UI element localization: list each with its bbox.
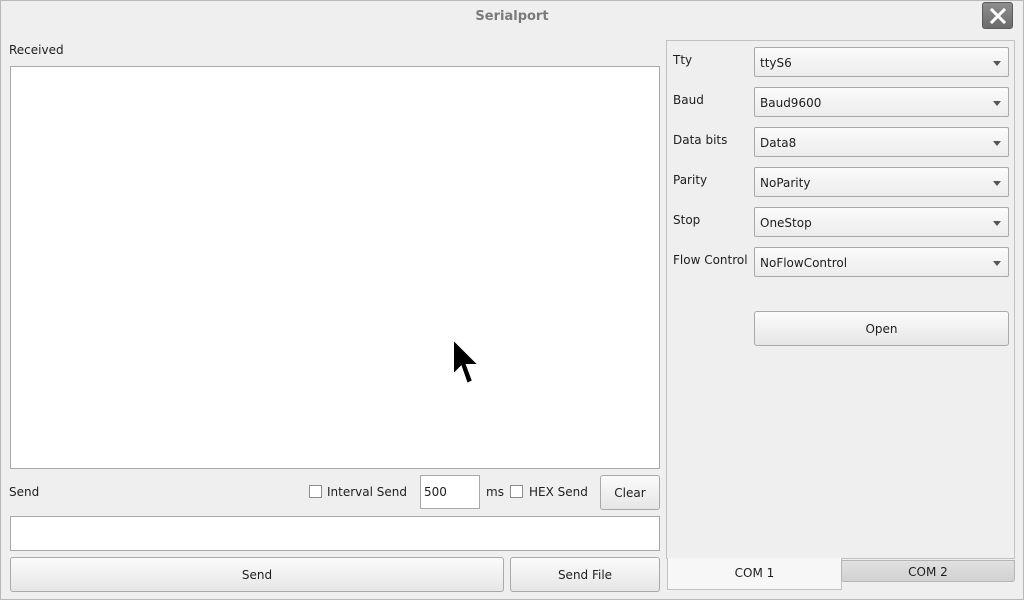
- mouse-pointer-icon: [452, 338, 482, 386]
- send-button[interactable]: Send: [10, 557, 504, 592]
- tty-label: Tty: [673, 53, 693, 67]
- open-button-label: Open: [865, 321, 898, 336]
- received-text-area[interactable]: [10, 66, 660, 469]
- send-label: Send: [9, 485, 40, 499]
- title-bar: Serialport: [1, 1, 1023, 33]
- stop-select[interactable]: OneStop: [754, 207, 1009, 237]
- chevron-down-icon: [993, 221, 1001, 226]
- baud-value: Baud9600: [760, 96, 822, 110]
- close-icon: [990, 8, 1006, 24]
- settings-panel: [666, 40, 1015, 559]
- chevron-down-icon: [993, 261, 1001, 266]
- tab-com-2[interactable]: COM 2: [841, 560, 1015, 582]
- send-button-label: Send: [241, 567, 273, 582]
- clear-button[interactable]: Clear: [600, 475, 660, 510]
- send-file-button-label: Send File: [557, 567, 613, 582]
- send-file-button[interactable]: Send File: [510, 557, 660, 592]
- received-label: Received: [9, 43, 64, 57]
- tab-com-2-label: COM 2: [908, 565, 948, 579]
- chevron-down-icon: [993, 181, 1001, 186]
- parity-label: Parity: [673, 173, 708, 187]
- parity-value: NoParity: [760, 176, 811, 190]
- data-bits-label: Data bits: [673, 133, 728, 147]
- data-bits-select[interactable]: Data8: [754, 127, 1009, 157]
- chevron-down-icon: [993, 141, 1001, 146]
- interval-send-checkbox[interactable]: [309, 485, 322, 498]
- close-button[interactable]: [982, 2, 1013, 29]
- flow-control-select[interactable]: NoFlowControl: [754, 247, 1009, 277]
- hex-send-checkbox[interactable]: [510, 485, 523, 498]
- tty-value: ttyS6: [760, 56, 792, 70]
- window-title: Serialport: [475, 9, 549, 24]
- hex-send-label: HEX Send: [529, 485, 588, 499]
- tab-com-1-label: COM 1: [734, 566, 775, 580]
- chevron-down-icon: [993, 61, 1001, 66]
- ms-unit-label: ms: [486, 485, 504, 499]
- stop-label: Stop: [673, 213, 701, 227]
- tty-select[interactable]: ttyS6: [754, 47, 1009, 77]
- baud-select[interactable]: Baud9600: [754, 87, 1009, 117]
- baud-label: Baud: [673, 93, 704, 107]
- stop-value: OneStop: [760, 216, 812, 230]
- flow-control-value: NoFlowControl: [760, 256, 848, 270]
- data-bits-value: Data8: [760, 136, 797, 150]
- send-input[interactable]: [10, 516, 660, 551]
- interval-send-label: Interval Send: [327, 485, 407, 499]
- parity-select[interactable]: NoParity: [754, 167, 1009, 197]
- flow-control-label: Flow Control: [673, 253, 748, 267]
- clear-button-label: Clear: [614, 485, 646, 500]
- interval-ms-input[interactable]: [420, 475, 480, 509]
- chevron-down-icon: [993, 101, 1001, 106]
- tab-com-1[interactable]: COM 1: [667, 558, 842, 590]
- serialport-window: Serialport Received Send Interval Send m…: [0, 0, 1024, 600]
- open-button[interactable]: Open: [754, 311, 1009, 346]
